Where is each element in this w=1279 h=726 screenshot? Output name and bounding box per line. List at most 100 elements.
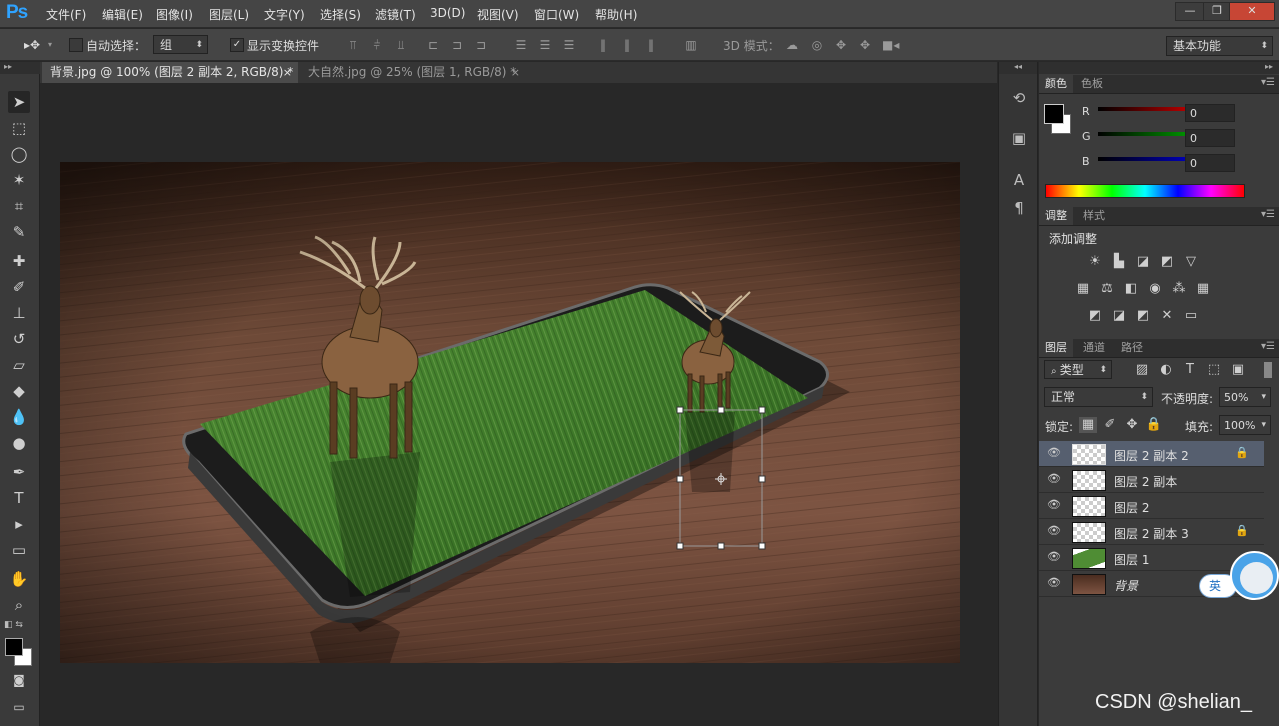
layer-filter-dropdown[interactable]: ⌕ 类型 ⬍	[1044, 360, 1112, 379]
photo-filter-icon[interactable]: ◉	[1146, 281, 1164, 297]
history-brush-icon[interactable]: ↺	[8, 328, 30, 350]
clone-stamp-icon[interactable]: ⊥	[8, 302, 30, 324]
align-vcenter-icon[interactable]: ⫩	[370, 38, 384, 52]
lock-all-icon[interactable]: 🔒	[1145, 417, 1163, 433]
close-button[interactable]: ✕	[1229, 2, 1275, 21]
vibrance-icon[interactable]: ▽	[1182, 254, 1200, 270]
distribute-bottom-icon[interactable]: ☰	[562, 38, 576, 52]
visibility-eye-icon[interactable]: 👁	[1047, 472, 1061, 485]
collapse-icon[interactable]: ▸▸	[0, 62, 40, 74]
foreground-color-swatch[interactable]	[1044, 104, 1064, 124]
3d-roll-icon[interactable]: ◎	[810, 38, 824, 52]
align-bottom-icon[interactable]: ⫫	[394, 38, 408, 52]
layer-row[interactable]: 👁 图层 2	[1039, 493, 1264, 519]
3d-panel-icon[interactable]: ▣	[1007, 126, 1031, 150]
posterize-icon[interactable]: ◪	[1110, 308, 1128, 324]
filter-pixel-icon[interactable]: ▨	[1133, 362, 1151, 378]
eyedropper-icon[interactable]: ✎	[8, 221, 30, 243]
rectangle-tool-icon[interactable]: ▭	[8, 539, 30, 561]
expand-icon[interactable]: ▸▸	[1265, 62, 1273, 71]
menu-help[interactable]: 帮助(H)	[595, 6, 637, 23]
magic-wand-icon[interactable]: ✶	[8, 169, 30, 191]
visibility-eye-icon[interactable]: 👁	[1047, 498, 1061, 511]
threshold-icon[interactable]: ◩	[1134, 308, 1152, 324]
menu-window[interactable]: 窗口(W)	[534, 6, 579, 23]
align-hcenter-icon[interactable]: ⊐	[450, 38, 464, 52]
menu-layer[interactable]: 图层(L)	[209, 6, 249, 23]
3d-scale-icon[interactable]: ■◂	[882, 38, 899, 52]
levels-icon[interactable]: ▙	[1110, 254, 1128, 270]
curves-icon[interactable]: ◪	[1134, 254, 1152, 270]
hue-saturation-icon[interactable]: ▦	[1074, 281, 1092, 297]
collapse-icon[interactable]: ◂◂	[999, 62, 1037, 74]
menu-select[interactable]: 选择(S)	[320, 6, 361, 23]
filter-shape-icon[interactable]: ⬚	[1205, 362, 1223, 378]
hand-tool-icon[interactable]: ✋	[8, 568, 30, 590]
ime-avatar[interactable]	[1230, 551, 1279, 600]
filter-smart-object-icon[interactable]: ▣	[1229, 362, 1247, 378]
fill-field[interactable]: 100% ▾	[1219, 415, 1271, 435]
menu-image[interactable]: 图像(I)	[156, 6, 193, 23]
panel-menu-icon[interactable]: ▾☰	[1261, 77, 1275, 88]
channel-mixer-icon[interactable]: ⁂	[1170, 281, 1188, 297]
gradient-map-icon[interactable]: ▭	[1182, 308, 1200, 324]
tab-color[interactable]: 颜色	[1039, 75, 1073, 93]
distribute-hcenter-icon[interactable]: ‖	[620, 38, 634, 52]
blend-mode-dropdown[interactable]: 正常 ⬍	[1044, 387, 1153, 407]
auto-select-dropdown[interactable]: 组 ⬍	[153, 35, 208, 54]
color-lookup-icon[interactable]: ▦	[1194, 281, 1212, 297]
paint-bucket-icon[interactable]: ◆	[8, 380, 30, 402]
menu-filter[interactable]: 滤镜(T)	[375, 6, 416, 23]
minimize-button[interactable]: —	[1175, 2, 1205, 21]
3d-slide-icon[interactable]: ✥	[858, 38, 872, 52]
3d-rotate-icon[interactable]: ☁	[785, 38, 799, 52]
default-colors-icon[interactable]: ◧ ⇆	[4, 620, 23, 630]
path-selection-icon[interactable]: ▸	[8, 513, 30, 535]
character-panel-icon[interactable]: A	[1007, 168, 1031, 192]
distribute-right-icon[interactable]: ‖	[644, 38, 658, 52]
opacity-field[interactable]: 50% ▾	[1219, 387, 1271, 407]
visibility-eye-icon[interactable]: 👁	[1047, 550, 1061, 563]
screen-mode-icon[interactable]: ▭	[8, 696, 30, 718]
lasso-tool-icon[interactable]: ◯	[8, 143, 30, 165]
lock-position-icon[interactable]: ✥	[1123, 417, 1141, 433]
visibility-eye-icon[interactable]: 👁	[1047, 576, 1061, 589]
brush-tool-icon[interactable]: ✐	[8, 276, 30, 298]
layer-row[interactable]: 👁 图层 2 副本	[1039, 467, 1264, 493]
close-icon[interactable]: ×	[511, 62, 520, 83]
pen-tool-icon[interactable]: ✒	[8, 461, 30, 483]
crop-tool-icon[interactable]: ⌗	[8, 195, 30, 217]
menu-3d[interactable]: 3D(D)	[430, 6, 465, 20]
show-transform-checkbox[interactable]: ✓	[230, 38, 244, 52]
filter-toggle-switch[interactable]	[1264, 362, 1272, 378]
type-tool-icon[interactable]: T	[8, 487, 30, 509]
visibility-eye-icon[interactable]: 👁	[1047, 524, 1061, 537]
move-tool-preset-icon[interactable]: ▸✥	[20, 38, 44, 52]
panel-menu-icon[interactable]: ▾☰	[1261, 341, 1275, 352]
healing-brush-icon[interactable]: ✚	[8, 250, 30, 272]
auto-align-icon[interactable]: ▥	[684, 38, 698, 52]
paragraph-panel-icon[interactable]: ¶	[1007, 196, 1031, 220]
tab-layers[interactable]: 图层	[1039, 339, 1073, 357]
eraser-tool-icon[interactable]: ▱	[8, 354, 30, 376]
tab-swatches[interactable]: 色板	[1075, 75, 1109, 93]
visibility-eye-icon[interactable]: 👁	[1047, 446, 1061, 459]
dodge-tool-icon[interactable]: ●	[8, 432, 30, 454]
layer-row[interactable]: 👁 图层 2 副本 3 🔒	[1039, 519, 1264, 545]
color-balance-icon[interactable]: ⚖	[1098, 281, 1116, 297]
exposure-icon[interactable]: ◩	[1158, 254, 1176, 270]
document-canvas[interactable]	[60, 162, 960, 663]
move-tool-icon[interactable]: ➤	[8, 91, 30, 113]
lock-transparent-icon[interactable]: ▦	[1079, 417, 1097, 433]
tab-channels[interactable]: 通道	[1077, 339, 1111, 357]
marquee-tool-icon[interactable]: ⬚	[8, 117, 30, 139]
distribute-top-icon[interactable]: ☰	[514, 38, 528, 52]
align-left-icon[interactable]: ⊏	[426, 38, 440, 52]
history-panel-icon[interactable]: ⟲	[1007, 86, 1031, 110]
selective-color-icon[interactable]: ✕	[1158, 308, 1176, 324]
align-right-icon[interactable]: ⊐	[474, 38, 488, 52]
zoom-tool-icon[interactable]: ⌕	[8, 594, 30, 616]
3d-drag-icon[interactable]: ✥	[834, 38, 848, 52]
align-top-icon[interactable]: ⫪	[346, 38, 360, 52]
filter-type-icon[interactable]: T	[1181, 362, 1199, 378]
